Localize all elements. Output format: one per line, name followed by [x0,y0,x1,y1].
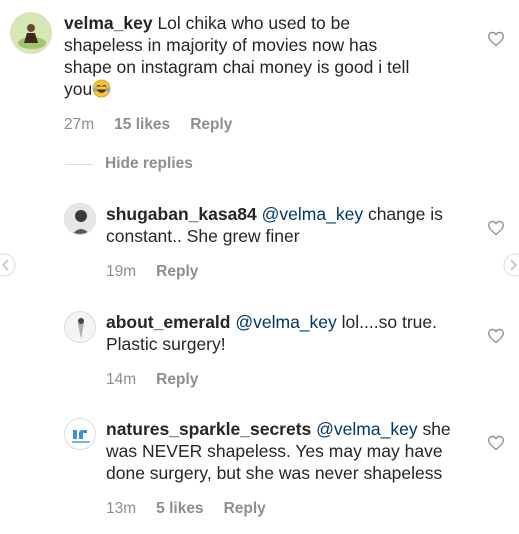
reply-button[interactable]: Reply [156,263,198,281]
hide-replies-label[interactable]: Hide replies [105,155,193,173]
timestamp: 27m [64,116,95,133]
comment-body: shugaban_kasa84 @velma_key change is con… [106,203,484,281]
mention-link[interactable]: @velma_key [235,312,336,332]
avatar[interactable] [10,12,52,54]
comment-text: natures_sparkle_secrets @velma_key she w… [106,418,476,484]
comment-meta: 13m 5 likes Reply [106,500,484,518]
reply-button[interactable]: Reply [224,500,266,518]
username[interactable]: velma_key [64,13,153,33]
timestamp: 19m [106,263,137,280]
avatar-image [65,312,95,342]
reply-button[interactable]: Reply [156,371,198,389]
avatar[interactable] [64,203,96,235]
comment-meta: 19m Reply [106,263,484,281]
comment-meta: 14m Reply [106,371,484,389]
chevron-left-icon[interactable] [0,253,16,277]
username[interactable]: shugaban_kasa84 [106,204,257,224]
reply-shugaban-kasa84: shugaban_kasa84 @velma_key change is con… [64,203,484,281]
comment-velma-key: velma_key Lol chika who used to be shape… [10,12,480,134]
comment-body: about_emerald @velma_key lol....so true.… [106,311,484,389]
heart-outline-icon[interactable] [487,435,505,451]
comment-text: shugaban_kasa84 @velma_key change is con… [106,203,466,247]
reply-natures-sparkle-secrets: natures_sparkle_secrets @velma_key she w… [64,418,484,518]
reply-button[interactable]: Reply [190,116,232,134]
avatar-image [65,419,95,449]
likes-count[interactable]: 15 likes [114,116,170,134]
comment-body: velma_key Lol chika who used to be shape… [64,12,480,134]
comment-body: natures_sparkle_secrets @velma_key she w… [106,418,484,518]
avatar[interactable] [64,418,96,450]
laughing-emoji-icon [92,79,111,98]
mention-link[interactable]: @velma_key [262,204,363,224]
comment-text: about_emerald @velma_key lol....so true.… [106,311,466,355]
heart-outline-icon[interactable] [487,31,505,47]
chevron-right-icon[interactable] [503,253,519,277]
timestamp: 13m [106,500,137,517]
hide-replies-toggle[interactable]: Hide replies [65,155,193,173]
username[interactable]: about_emerald [106,312,230,332]
username[interactable]: natures_sparkle_secrets [106,419,311,439]
comment-text: velma_key Lol chika who used to be shape… [64,12,424,100]
mention-link[interactable]: @velma_key [316,419,417,439]
avatar-image [65,204,95,234]
avatar[interactable] [64,311,96,343]
heart-outline-icon[interactable] [487,220,505,236]
divider-line [65,163,93,165]
likes-count[interactable]: 5 likes [156,500,203,518]
timestamp: 14m [106,371,137,388]
heart-outline-icon[interactable] [487,328,505,344]
comment-meta: 27m 15 likes Reply [64,116,480,134]
avatar-image [11,13,51,53]
reply-about-emerald: about_emerald @velma_key lol....so true.… [64,311,484,389]
